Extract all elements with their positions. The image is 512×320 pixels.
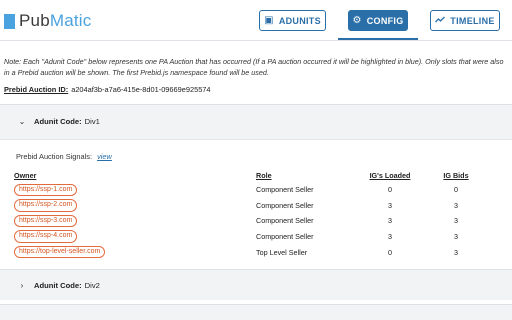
pubmatic-logo: PubMatic	[4, 11, 91, 31]
signals-view-link[interactable]: view	[97, 152, 112, 161]
logo-text-matic: Matic	[49, 11, 92, 30]
ig-bids-cell: 3	[454, 232, 458, 242]
column-header-ig-bids: IG Bids	[443, 171, 469, 180]
app-header: PubMatic ▣ ADUNITS ⚙ CONFIG TIMELINE	[0, 0, 512, 42]
owner-link[interactable]: https://top-level-seller.com	[14, 245, 106, 259]
role-cell: Top Level Seller	[256, 247, 308, 257]
adunit-accordion-header-div1[interactable]: ⌄ Adunit Code: Div1	[0, 104, 512, 139]
table-row: https://ssp-3.com Component Seller 3 3	[14, 213, 486, 229]
ig-loaded-cell: 3	[388, 232, 392, 242]
adunits-button[interactable]: ▣ ADUNITS	[259, 10, 326, 31]
ig-loaded-cell: 0	[388, 247, 392, 257]
header-divider	[0, 40, 512, 41]
adunit-accordion-header-div2[interactable]: › Adunit Code: Div2	[0, 269, 512, 300]
timeline-button[interactable]: TIMELINE	[430, 10, 500, 31]
column-header-owner: Owner	[14, 171, 37, 180]
ig-loaded-cell: 3	[388, 216, 392, 226]
owner-link[interactable]: https://ssp-2.com	[14, 199, 78, 212]
adunit-code-label: Adunit Code:	[34, 281, 82, 290]
column-header-role: Role	[256, 171, 272, 180]
adunit-accordion-header-next[interactable]	[0, 304, 512, 320]
ig-bids-cell: 0	[454, 185, 458, 195]
signals-label: Prebid Auction Signals:	[16, 152, 93, 161]
adunits-label: ADUNITS	[278, 15, 321, 26]
ig-bids-cell: 3	[454, 200, 458, 210]
ig-bids-cell: 3	[454, 216, 458, 226]
logo-text-pub: Pub	[19, 11, 50, 30]
info-note: Note: Each "Adunit Code" below represent…	[4, 57, 504, 77]
timeline-label: TIMELINE	[450, 15, 495, 26]
ig-loaded-cell: 3	[388, 200, 392, 210]
role-cell: Component Seller	[256, 185, 314, 195]
trend-icon	[435, 16, 446, 26]
config-label: CONFIG	[366, 15, 404, 26]
role-cell: Component Seller	[256, 200, 314, 210]
chevron-right-icon: ›	[20, 281, 24, 290]
owner-link[interactable]: https://ssp-3.com	[14, 214, 78, 228]
prebid-auction-id: Prebid Auction ID: a204af3b-a7a6-415e-8d0…	[4, 85, 211, 94]
table-row: https://top-level-seller.com Top Level S…	[14, 244, 486, 260]
logo-mark-icon	[4, 13, 15, 29]
ig-loaded-cell: 0	[388, 185, 392, 195]
table-row: https://ssp-1.com Component Seller 0 0	[14, 182, 486, 198]
owners-table: Owner Role IG's Loaded IG Bids https://s…	[14, 171, 486, 260]
adunit-code-label: Adunit Code:	[34, 117, 82, 126]
gear-icon: ⚙	[352, 14, 362, 26]
table-row: https://ssp-2.com Component Seller 3 3	[14, 198, 486, 214]
active-tab-indicator	[338, 38, 418, 40]
adunit-code-value: Div2	[84, 281, 100, 290]
ig-bids-cell: 3	[454, 247, 458, 257]
config-button[interactable]: ⚙ CONFIG	[348, 10, 408, 31]
table-header-row: Owner Role IG's Loaded IG Bids	[14, 171, 486, 182]
adunit-code-value: Div1	[84, 117, 100, 126]
prebid-auction-signals: Prebid Auction Signals: view	[16, 152, 112, 161]
auction-id-value: a204af3b-a7a6-415e-8d01-09669e925574	[71, 85, 211, 94]
role-cell: Component Seller	[256, 232, 314, 242]
owner-link[interactable]: https://ssp-1.com	[14, 183, 78, 197]
chevron-down-icon: ⌄	[18, 117, 26, 126]
column-header-ig-loaded: IG's Loaded	[369, 171, 411, 180]
role-cell: Component Seller	[256, 216, 314, 226]
auction-id-label: Prebid Auction ID:	[4, 85, 69, 94]
window-icon: ▣	[264, 14, 274, 26]
table-row: https://ssp-4.com Component Seller 3 3	[14, 229, 486, 245]
adunit-accordion-body-div1: Prebid Auction Signals: view Owner Role …	[0, 139, 512, 267]
owner-link[interactable]: https://ssp-4.com	[14, 230, 78, 243]
